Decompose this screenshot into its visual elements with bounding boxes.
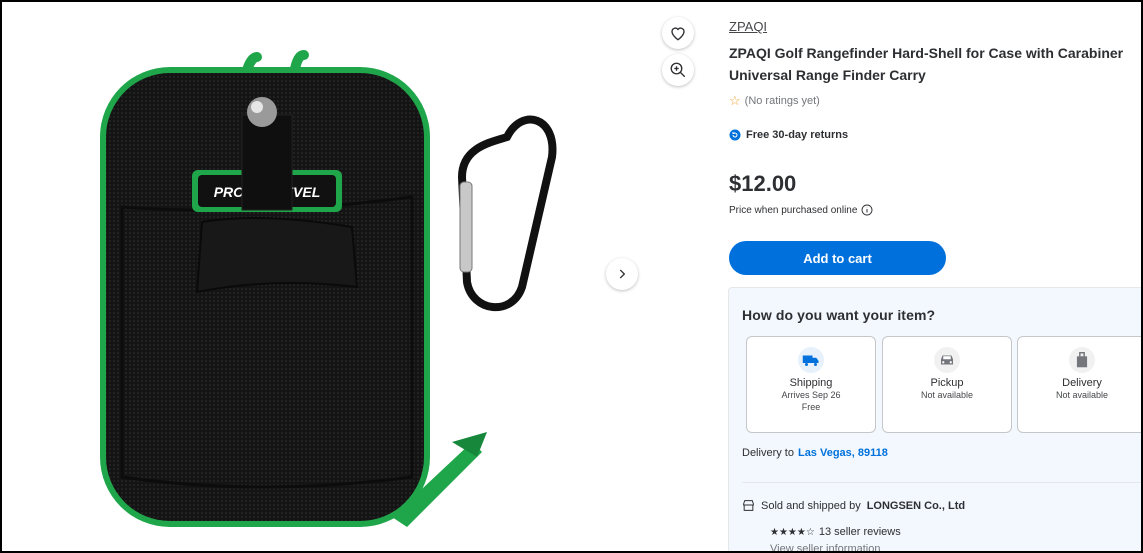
fulfillment-title: How do you want your item? [742, 307, 936, 323]
seller-stars: ★★★★☆ [770, 526, 815, 538]
pickup-label: Pickup [930, 377, 964, 389]
store-icon [743, 500, 754, 511]
brand-link[interactable]: ZPAQI [729, 19, 767, 34]
truck-icon [798, 347, 824, 373]
car-icon [934, 347, 960, 373]
bag-icon [1069, 347, 1095, 373]
pickup-status: Not available [920, 390, 974, 400]
heart-icon [671, 27, 685, 41]
seller-name[interactable]: LONGSEN Co., Ltd [867, 500, 965, 512]
rating-text: (No ratings yet) [744, 95, 820, 107]
next-image-button[interactable] [606, 258, 638, 290]
delivery-location-row: Delivery to Las Vegas, 89118 [742, 447, 888, 459]
shipping-arrival: Arrives Sep 26 [781, 390, 841, 400]
favorite-button[interactable] [662, 17, 694, 49]
seller-reviews-text: 13 seller reviews [818, 526, 901, 538]
delivery-location-link[interactable]: Las Vegas, 89118 [798, 447, 888, 459]
divider [742, 482, 1141, 483]
rating-row[interactable]: ☆ (No ratings yet) [729, 93, 820, 109]
product-page: PROFES LEVEL ZPAQI ZPAQI Golf Rangefinde… [0, 0, 1143, 553]
seller-row: Sold and shipped by LONGSEN Co., Ltd [742, 499, 965, 512]
price-note-text: Price when purchased online [729, 204, 858, 216]
zoom-in-icon [670, 62, 686, 78]
product-image: PROFES LEVEL [100, 50, 557, 527]
price: $12.00 [729, 171, 797, 196]
fulfillment-option-delivery[interactable]: Delivery Not available [1017, 336, 1141, 433]
returns-icon [729, 129, 741, 141]
delivery-status: Not available [1055, 390, 1109, 400]
returns-info: Free 30-day returns [729, 129, 848, 141]
returns-text: Free 30-day returns [746, 129, 849, 141]
seller-prefix: Sold and shipped by [761, 499, 861, 512]
chevron-right-icon [619, 269, 626, 279]
shipping-label: Shipping [789, 377, 833, 389]
fulfillment-option-shipping[interactable]: Shipping Arrives Sep 26 Free [746, 336, 876, 433]
delivery-prefix: Delivery to [742, 447, 794, 459]
zoom-button[interactable] [662, 54, 694, 86]
seller-reviews-row[interactable]: ★★★★☆ 13 seller reviews [770, 526, 901, 538]
product-title: ZPAQI Golf Rangefinder Hard-Shell for Ca… [729, 45, 1124, 83]
seller-info-link[interactable]: View seller information [770, 543, 880, 551]
fulfillment-option-pickup[interactable]: Pickup Not available [882, 336, 1012, 433]
info-icon[interactable] [861, 204, 873, 216]
add-to-cart-button[interactable]: Add to cart [729, 241, 946, 275]
star-icon: ☆ [729, 93, 741, 108]
delivery-label: Delivery [1062, 377, 1102, 389]
price-note: Price when purchased online [729, 204, 873, 216]
shipping-cost: Free [801, 402, 821, 412]
